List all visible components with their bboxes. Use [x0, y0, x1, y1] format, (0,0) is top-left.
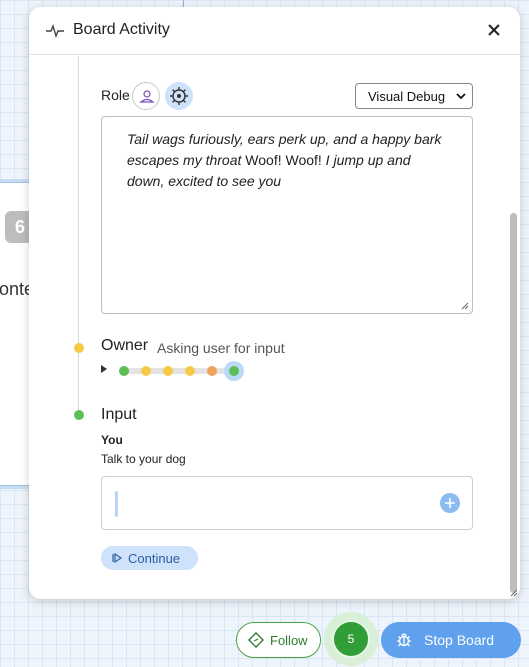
follow-button[interactable]: Follow: [236, 622, 321, 658]
continue-button[interactable]: Continue: [101, 546, 198, 570]
add-circle-icon: [445, 498, 455, 508]
owner-status-dot: [74, 343, 84, 353]
timeline-line: [78, 56, 79, 416]
input-prompt: Talk to your dog: [101, 452, 186, 466]
step-forward-icon: [112, 553, 122, 563]
close-button[interactable]: [485, 21, 503, 39]
scrollbar-thumb[interactable]: [510, 213, 517, 593]
message-textarea[interactable]: Tail wags furiously, ears perk up, and a…: [101, 116, 473, 314]
follow-label: Follow: [270, 633, 308, 648]
board-activity-panel: Board Activity Role Visual Debug Tail wa…: [29, 7, 520, 599]
progress-step-dot[interactable]: [141, 366, 151, 376]
activity-count: 5: [332, 620, 370, 658]
owner-title: Owner: [101, 337, 149, 354]
panel-scrollbar[interactable]: [508, 55, 520, 599]
node-progress: [101, 358, 251, 382]
chat-input[interactable]: [101, 476, 473, 530]
close-icon: [488, 24, 500, 36]
chevron-down-icon: [456, 93, 466, 100]
user-role-icon: [139, 90, 155, 103]
progress-step-dot[interactable]: [229, 366, 239, 376]
continue-label: Continue: [128, 551, 181, 566]
progress-step-dot[interactable]: [163, 366, 173, 376]
role-select[interactable]: Visual Debug: [355, 83, 473, 109]
input-status-dot: [74, 410, 84, 420]
bug-icon: [397, 633, 411, 647]
input-title: Input: [101, 406, 137, 423]
panel-resize-grip-icon[interactable]: [510, 589, 518, 597]
owner-status-text: Asking user for input: [157, 340, 285, 356]
progress-step-dot[interactable]: [119, 366, 129, 376]
follow-diamond-icon: [248, 632, 264, 648]
caret-right-icon[interactable]: [101, 365, 107, 373]
role-row: Role Visual Debug: [101, 82, 473, 112]
text-cursor: [115, 491, 118, 517]
message-part: Woof! Woof!: [245, 152, 322, 168]
panel-title: Board Activity: [73, 21, 170, 38]
progress-step-dot[interactable]: [185, 366, 195, 376]
panel-header: Board Activity: [29, 7, 520, 55]
activity-counter[interactable]: 5: [324, 612, 378, 666]
role-select-value: Visual Debug: [368, 89, 446, 104]
add-input-button[interactable]: [440, 493, 460, 513]
stop-board-label: Stop Board: [424, 632, 495, 648]
gear-icon: [170, 87, 188, 105]
activity-log: Role Visual Debug Tail wags furiously, e…: [29, 56, 520, 599]
role-label: Role: [101, 87, 130, 103]
activity-pulse-icon: [46, 23, 64, 44]
progress-step-dot[interactable]: [207, 366, 217, 376]
speaker-label: You: [101, 433, 123, 447]
role-user-button[interactable]: [132, 82, 160, 110]
stop-board-button[interactable]: Stop Board: [381, 622, 521, 658]
resize-grip-icon[interactable]: [461, 302, 469, 310]
progress-track: [119, 368, 235, 374]
role-gear-button[interactable]: [165, 82, 193, 110]
